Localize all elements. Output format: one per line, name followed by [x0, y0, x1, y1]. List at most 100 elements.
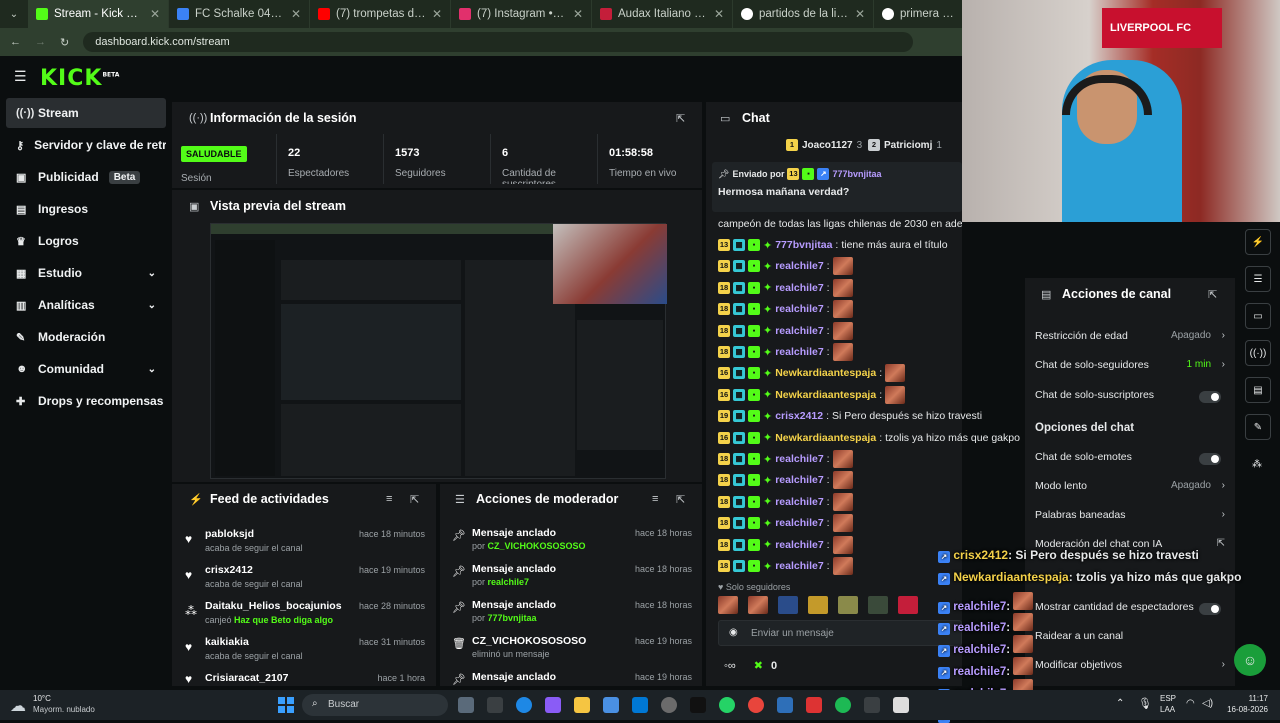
tiktok-icon[interactable]	[690, 697, 706, 713]
chat-username[interactable]: realchile7	[775, 303, 823, 315]
chat-username[interactable]: realchile7	[775, 474, 823, 486]
app-icon[interactable]	[864, 697, 880, 713]
canal-row-0[interactable]: Restricción de edad Apagado ›	[1035, 330, 1225, 348]
chat-username[interactable]: realchile7	[775, 325, 823, 337]
chat-username[interactable]: Newkardiaantespaja	[775, 389, 876, 401]
pinned-user[interactable]: 777bvnjitaa	[832, 169, 881, 179]
chat-username[interactable]: realchile7	[775, 453, 823, 465]
mod-action-name[interactable]: CZ_VICHOKOSOSOSO	[472, 635, 586, 647]
forward-arrow-icon[interactable]: →	[35, 36, 46, 48]
feed-user[interactable]: Crisiaracat_2107	[205, 672, 288, 684]
chat-username[interactable]: crisx2412	[775, 410, 823, 422]
app-icon[interactable]	[661, 697, 677, 713]
weather-temp[interactable]: 10°C	[33, 694, 51, 703]
emote-icon[interactable]	[718, 596, 738, 614]
sidebar-item-publicidad[interactable]: ▣ Publicidad Beta	[6, 162, 166, 192]
volume-icon[interactable]: ◁)	[1202, 698, 1213, 709]
windows-start-icon[interactable]	[278, 697, 294, 713]
wifi-icon[interactable]: ◠	[1186, 698, 1195, 709]
close-icon[interactable]: ✕	[432, 7, 442, 21]
close-icon[interactable]: ✕	[714, 7, 724, 21]
list-quick-icon[interactable]: ☰	[1245, 266, 1271, 292]
chat-username[interactable]: realchile7	[775, 346, 823, 358]
canal-row-5[interactable]: Modo lento Apagado ›	[1035, 480, 1225, 498]
tab-google-search[interactable]: partidos de la liga - Buscar ✕	[733, 0, 874, 28]
chat-quick-icon[interactable]: ▭	[1245, 303, 1271, 329]
tab-youtube[interactable]: (7) trompetas de la 12 - Y... ✕	[310, 0, 451, 28]
points-icon[interactable]: ◦∞	[724, 660, 736, 672]
feed-user[interactable]: Daitaku_Helios_bocajunios	[205, 600, 342, 612]
top-gifter-1[interactable]: 1 Joaco1127 3	[786, 139, 862, 151]
chat-username[interactable]: Newkardiaantespaja	[775, 432, 876, 444]
canal-row-4[interactable]: Chat de solo-emotes	[1035, 451, 1225, 469]
sidebar-item-moderacion[interactable]: ✎ Moderación	[6, 322, 166, 352]
microphone-icon[interactable]: 🎙︎	[1138, 697, 1152, 710]
popout-icon[interactable]: ⇱	[676, 493, 685, 506]
app-icon[interactable]	[806, 697, 822, 713]
canal-row-2[interactable]: Chat de solo-suscriptores	[1035, 389, 1225, 407]
app-icon[interactable]	[777, 697, 793, 713]
weather-desc[interactable]: Mayorm. nublado	[33, 705, 95, 714]
feed-user[interactable]: pabloksjd	[205, 528, 254, 540]
language-layout[interactable]: LAA	[1160, 705, 1175, 714]
top-gifter-2[interactable]: 2 Patriciomj 1	[868, 139, 942, 151]
tab-schalke[interactable]: FC Schalke 04 vs Real Ma... ✕	[169, 0, 310, 28]
chat-username[interactable]: realchile7	[775, 282, 823, 294]
emoji-icon[interactable]: ◉	[729, 627, 738, 638]
emote-icon[interactable]	[808, 596, 828, 614]
url-field[interactable]: dashboard.kick.com/stream	[83, 32, 914, 52]
notepad-icon[interactable]	[893, 697, 909, 713]
chat-username[interactable]: realchile7	[775, 260, 823, 272]
language-code[interactable]: ESP	[1160, 694, 1176, 703]
edge-icon[interactable]	[516, 697, 532, 713]
close-icon[interactable]: ✕	[573, 7, 583, 21]
spotify-icon[interactable]	[835, 697, 851, 713]
emote-icon[interactable]	[748, 596, 768, 614]
filter-icon[interactable]: ≡	[386, 493, 392, 505]
copilot-icon[interactable]	[545, 697, 561, 713]
sidebar-item-ingresos[interactable]: ▤ Ingresos	[6, 194, 166, 224]
kick-logo[interactable]: KICKBETA	[40, 66, 119, 91]
sidebar-item-analiticas[interactable]: ▥ Analíticas ⌄	[6, 290, 166, 320]
canal-row-6[interactable]: Palabras baneadas ›	[1035, 509, 1225, 527]
close-icon[interactable]: ✕	[291, 7, 301, 21]
tray-chevron-icon[interactable]: ⌃	[1116, 698, 1124, 709]
tab-instagram[interactable]: (7) Instagram • Mensajes ✕	[451, 0, 592, 28]
tab-audax[interactable]: Audax Italiano 2-4 Colo C... ✕	[592, 0, 733, 28]
popout-icon[interactable]: ⇱	[1208, 288, 1217, 301]
emote-icon[interactable]	[838, 596, 858, 614]
signal-quick-icon[interactable]: ((·))	[1245, 340, 1271, 366]
sidebar-item-drops[interactable]: ✚ Drops y recompensas	[6, 386, 166, 416]
sidebar-item-stream[interactable]: ((·)) Stream	[6, 98, 166, 128]
support-bubble-icon[interactable]: ☺	[1234, 644, 1266, 676]
outlook-icon[interactable]	[632, 697, 648, 713]
bolt-quick-icon[interactable]: ⚡	[1245, 229, 1271, 255]
canal-quick-icon[interactable]: ▤	[1245, 377, 1271, 403]
clock-time[interactable]: 11:17	[1220, 694, 1268, 703]
popout-icon[interactable]: ⇱	[676, 112, 685, 125]
chat-username[interactable]: 777bvnjitaa	[775, 239, 832, 251]
moderator-name[interactable]: realchile7	[488, 577, 530, 587]
feed-user[interactable]: crisx2412	[205, 564, 253, 576]
store-icon[interactable]	[603, 697, 619, 713]
chat-username[interactable]: realchile7	[775, 560, 823, 572]
back-arrow-icon[interactable]: ←	[10, 36, 21, 48]
kicks-counter[interactable]: ✖ 0	[754, 659, 777, 673]
clock-date[interactable]: 16-08-2026	[1220, 705, 1268, 714]
pinned-message[interactable]: 📌︎ Enviado por 13 ▪ ↗ 777bvnjitaa Hermosa mañ…	[712, 162, 962, 212]
chat-username[interactable]: Newkardiaantespaja	[775, 367, 876, 379]
chat-username[interactable]: realchile7	[775, 496, 823, 508]
wrench-quick-icon[interactable]: ✎	[1245, 414, 1271, 440]
moderator-name[interactable]: CZ_VICHOKOSOSOSO	[488, 541, 586, 551]
canal-row-1[interactable]: Chat de solo-seguidores 1 min ›	[1035, 359, 1225, 377]
hamburger-menu-icon[interactable]: ☰	[14, 68, 27, 85]
chat-username[interactable]: realchile7	[775, 539, 823, 551]
toggle-switch[interactable]	[1199, 603, 1221, 615]
tab-primera-b[interactable]: primera b de chile	[874, 0, 964, 28]
feed-user[interactable]: kaikiakia	[205, 636, 249, 648]
tab-list-chevron-icon[interactable]: ⌄	[0, 9, 28, 20]
filter-icon[interactable]: ≡	[652, 493, 658, 505]
popout-icon[interactable]: ⇱	[410, 493, 419, 506]
reload-icon[interactable]: ↻	[60, 36, 69, 49]
close-icon[interactable]: ✕	[150, 7, 160, 21]
